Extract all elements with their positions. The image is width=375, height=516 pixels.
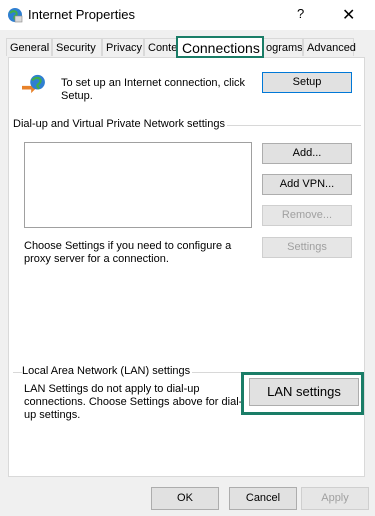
add-button[interactable]: Add... [262,143,352,164]
tab-advanced[interactable]: Advanced [303,38,356,56]
tab-privacy[interactable]: Privacy [102,38,144,56]
lan-section-label: Local Area Network (LAN) settings [22,365,193,377]
close-icon[interactable]: ✕ [342,5,355,25]
window-title: Internet Properties [28,7,135,22]
ok-button[interactable]: OK [151,487,219,510]
tab-general[interactable]: General [6,38,52,56]
remove-button[interactable]: Remove... [262,205,352,226]
tab-strip: General Security Privacy Conten Connecti… [6,36,364,58]
cancel-button[interactable]: Cancel [229,487,297,510]
network-setup-icon [22,74,45,94]
help-button[interactable]: ? [297,6,304,21]
tab-security[interactable]: Security [52,38,102,56]
tab-connections[interactable]: Connections [176,36,264,58]
proxy-description: Choose Settings if you need to configure… [24,240,232,265]
setup-description: To set up an Internet connection, click … [61,77,246,102]
connections-list[interactable] [24,142,252,228]
settings-button[interactable]: Settings [262,237,352,258]
tab-programs[interactable]: ograms [262,38,303,56]
lan-settings-highlight [241,372,364,415]
setup-button[interactable]: Setup [262,72,352,93]
add-vpn-button[interactable]: Add VPN... [262,174,352,195]
lan-description: LAN Settings do not apply to dial-up con… [24,383,243,421]
apply-button[interactable]: Apply [301,487,369,510]
internet-properties-icon [8,8,23,23]
title-bar: Internet Properties ? ✕ [0,0,375,30]
vpn-section-label: Dial-up and Virtual Private Network sett… [13,118,227,130]
